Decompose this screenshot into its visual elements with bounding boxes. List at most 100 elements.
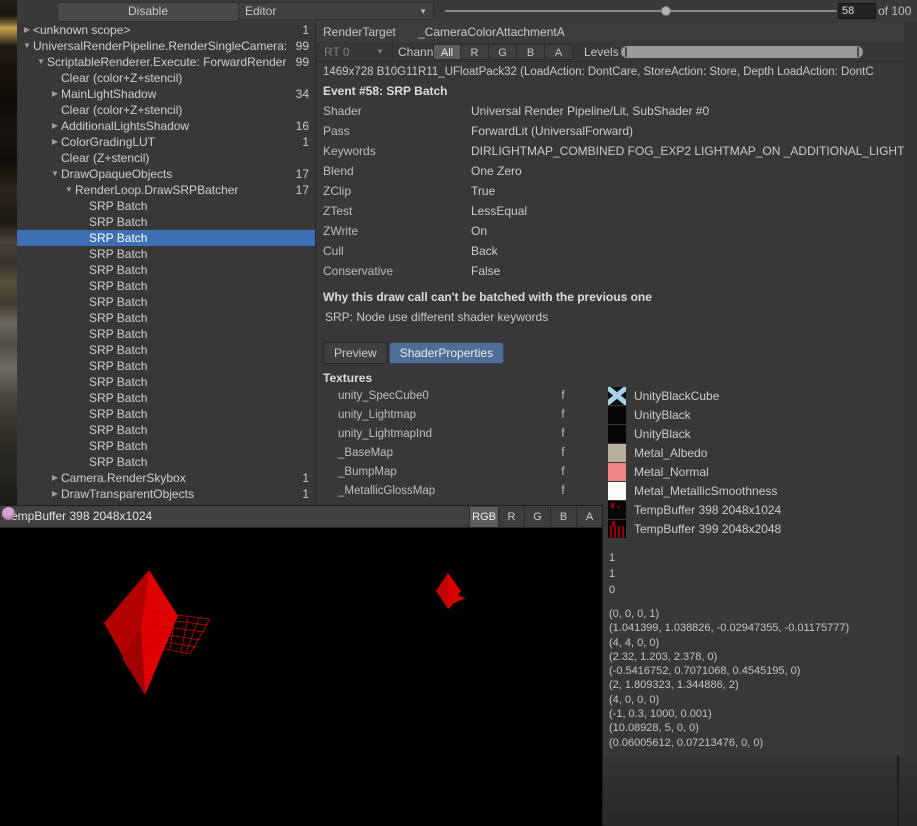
tree-down-arrow-icon[interactable]: ▼ [21, 38, 33, 54]
tab-shader-properties[interactable]: ShaderProperties [389, 342, 504, 364]
tab-preview[interactable]: Preview [323, 342, 388, 364]
tree-row[interactable]: Clear (color+Z+stencil) [17, 102, 315, 118]
tree-down-arrow-icon[interactable]: ▼ [63, 182, 75, 198]
preview-channel-r-button[interactable]: R [498, 507, 524, 527]
tree-row-label: MainLightShadow [61, 86, 156, 102]
preview-channel-buttons: RGBRGBA [469, 507, 602, 527]
event-detail-row: ZClipTrue [316, 181, 917, 201]
tree-row[interactable]: SRP Batch [17, 390, 315, 406]
tree-row[interactable]: ▶ColorGradingLUT1 [17, 134, 315, 150]
vector-value: (-1, 0.3, 1000, 0.001) [609, 707, 849, 721]
tree-row[interactable]: ▶DrawTransparentObjects1 [17, 486, 315, 502]
tree-row[interactable]: SRP Batch [17, 438, 315, 454]
texture-swatch-icon[interactable] [608, 406, 626, 424]
tree-row[interactable]: SRP Batch [17, 422, 315, 438]
tree-row[interactable]: SRP Batch [17, 278, 315, 294]
scrollbar-gutter[interactable] [904, 22, 917, 755]
tree-row[interactable]: SRP Batch [17, 326, 315, 342]
tree-row-label: SRP Batch [89, 406, 147, 422]
tree-row[interactable]: ▼ScriptableRenderer.Execute: ForwardRend… [17, 54, 315, 70]
texture-name: UnityBlackCube [626, 389, 719, 403]
tree-row[interactable]: SRP Batch [17, 230, 315, 246]
event-number-input[interactable] [838, 3, 876, 19]
preview-channel-g-button[interactable]: G [524, 507, 550, 527]
channel-g-button[interactable]: G [489, 44, 517, 60]
event-detail-row: ShaderUniversal Render Pipeline/Lit, Sub… [316, 101, 917, 121]
tree-right-arrow-icon[interactable]: ▶ [49, 86, 61, 102]
channel-b-button[interactable]: B [517, 44, 545, 60]
event-detail-row: ZWriteOn [316, 221, 917, 241]
tree-down-arrow-icon[interactable]: ▼ [35, 54, 47, 70]
levels-range-slider[interactable] [621, 46, 863, 58]
texture-row[interactable]: _BaseMapfMetal_Albedo [316, 443, 917, 462]
tree-row[interactable]: ▶MainLightShadow34 [17, 86, 315, 102]
tree-row[interactable]: SRP Batch [17, 294, 315, 310]
texture-swatch-icon[interactable] [608, 425, 626, 443]
tree-row[interactable]: ▶AdditionalLightsShadow16 [17, 118, 315, 134]
channel-a-button[interactable]: A [545, 44, 573, 60]
preview-channel-rgb-button[interactable]: RGB [469, 507, 498, 527]
tree-row[interactable]: SRP Batch [17, 454, 315, 470]
texture-preview-popup: TempBuffer 398 2048x1024 RGBRGBA [0, 505, 603, 826]
tree-right-arrow-icon[interactable]: ▶ [49, 134, 61, 150]
tree-row[interactable]: SRP Batch [17, 246, 315, 262]
preview-channel-a-button[interactable]: A [576, 507, 602, 527]
vector-value: (0.06005612, 0.07213476, 0, 0) [609, 736, 849, 750]
tree-row[interactable]: Clear (color+Z+stencil) [17, 70, 315, 86]
tree-row[interactable]: SRP Batch [17, 310, 315, 326]
tree-right-arrow-icon[interactable]: ▶ [49, 118, 61, 134]
event-slider[interactable] [445, 10, 837, 12]
tree-row-label: SRP Batch [89, 294, 147, 310]
preview-channel-b-button[interactable]: B [550, 507, 576, 527]
tree-row[interactable]: Clear (Z+stencil) [17, 150, 315, 166]
tree-row[interactable]: SRP Batch [17, 198, 315, 214]
tree-row[interactable]: ▼RenderLoop.DrawSRPBatcher17 [17, 182, 315, 198]
texture-swatch-icon[interactable] [608, 482, 626, 500]
texture-swatch-icon[interactable] [608, 387, 626, 405]
tree-right-arrow-icon[interactable]: ▶ [49, 470, 61, 486]
texture-swatch-icon[interactable] [608, 444, 626, 462]
tree-row[interactable]: SRP Batch [17, 262, 315, 278]
tree-row[interactable]: SRP Batch [17, 342, 315, 358]
texture-row[interactable]: unity_LightmapIndfUnityBlack [316, 424, 917, 443]
tree-row-label: ColorGradingLUT [61, 134, 155, 150]
tree-row-label: Clear (Z+stencil) [61, 150, 149, 166]
event-detail-row: KeywordsDIRLIGHTMAP_COMBINED FOG_EXP2 LI… [316, 141, 917, 161]
tree-right-arrow-icon[interactable]: ▶ [49, 486, 61, 502]
tree-row[interactable]: SRP Batch [17, 406, 315, 422]
tree-row-label: SRP Batch [89, 390, 147, 406]
rt-index-dropdown[interactable]: RT 0 ▼ [320, 44, 386, 60]
tree-row[interactable]: ▼DrawOpaqueObjects17 [17, 166, 315, 182]
tree-row[interactable]: SRP Batch [17, 358, 315, 374]
tree-row[interactable]: ▶<unknown scope>1 [17, 22, 315, 38]
texture-name: TempBuffer 399 2048x2048 [626, 522, 781, 536]
tree-row[interactable]: SRP Batch [17, 214, 315, 230]
texture-row[interactable]: unity_SpecCube0fUnityBlackCube [316, 386, 917, 405]
float-value: 0 [609, 582, 615, 598]
tree-row-label: SRP Batch [89, 262, 147, 278]
texture-property: unity_SpecCube0 [316, 390, 551, 402]
tree-row[interactable]: SRP Batch [17, 374, 315, 390]
texture-property: _BumpMap [316, 466, 551, 478]
texture-row[interactable]: unity_LightmapfUnityBlack [316, 405, 917, 424]
texture-row[interactable]: _BumpMapfMetal_Normal [316, 462, 917, 481]
event-detail-row: PassForwardLit (UniversalForward) [316, 121, 917, 141]
tree-row[interactable]: ▶Camera.RenderSkybox1 [17, 470, 315, 486]
texture-swatch-icon[interactable] [608, 463, 626, 481]
event-total-label: of 100 [878, 4, 911, 18]
texture-swatch-icon[interactable] [608, 520, 626, 538]
channel-all-button[interactable]: All [433, 44, 461, 60]
tree-right-arrow-icon[interactable]: ▶ [21, 22, 33, 38]
tree-row-label: SRP Batch [89, 214, 147, 230]
texture-row[interactable]: _MetallicGlossMapfMetal_MetallicSmoothne… [316, 481, 917, 500]
event-tree[interactable]: ▶<unknown scope>1▼UniversalRenderPipelin… [17, 22, 315, 505]
tree-row[interactable]: ▼UniversalRenderPipeline.RenderSingleCam… [17, 38, 315, 54]
disable-button[interactable]: Disable [57, 2, 239, 22]
detail-label: Keywords [316, 141, 471, 161]
event-slider-handle[interactable] [661, 6, 671, 16]
tree-row-count: 17 [296, 166, 315, 182]
tree-down-arrow-icon[interactable]: ▼ [49, 166, 61, 182]
target-selector-dropdown[interactable]: Editor ▼ [238, 2, 434, 20]
channel-r-button[interactable]: R [461, 44, 489, 60]
texture-swatch-icon[interactable] [608, 501, 626, 519]
